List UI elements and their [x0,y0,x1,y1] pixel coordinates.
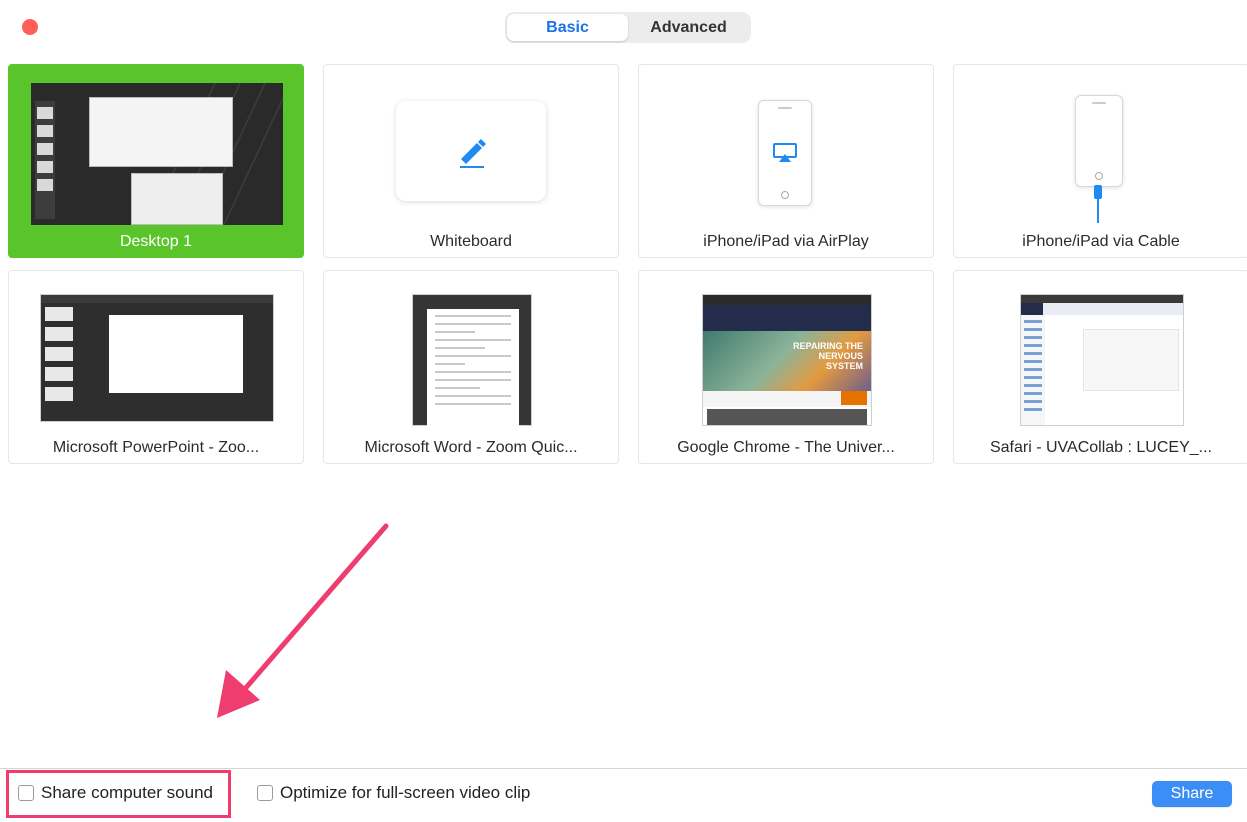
tile-label: iPhone/iPad via Cable [1022,233,1180,250]
chrome-thumbnail: REPAIRING THE NERVOUS SYSTEM [702,294,872,426]
tile-iphone-cable[interactable]: iPhone/iPad via Cable [953,64,1247,258]
tile-chrome[interactable]: REPAIRING THE NERVOUS SYSTEM Google Chro… [638,270,934,464]
close-window-button[interactable] [22,19,38,35]
share-sound-option[interactable]: Share computer sound [18,783,213,803]
tile-label: Safari - UVACollab : LUCEY_... [989,439,1212,456]
optimize-video-label: Optimize for full-screen video clip [280,783,531,802]
share-source-grid: Desktop 1 Whiteboard iPhone/iPad via Air… [8,64,1247,464]
iphone-graphic [1075,95,1123,187]
tab-basic[interactable]: Basic [507,14,628,41]
safari-thumbnail [1020,294,1184,426]
share-sound-checkbox[interactable] [18,785,34,801]
powerpoint-thumbnail [40,294,274,422]
share-mode-tabs: Basic Advanced [505,12,751,43]
tile-label: Microsoft PowerPoint - Zoo... [52,439,260,456]
tile-label: Desktop 1 [119,233,193,250]
pen-icon [460,139,486,168]
whiteboard-card [396,101,546,201]
tile-label: Microsoft Word - Zoom Quic... [364,439,578,456]
tile-iphone-airplay[interactable]: iPhone/iPad via AirPlay [638,64,934,258]
airplay-icon [773,143,797,162]
tile-word[interactable]: Microsoft Word - Zoom Quic... [323,270,619,464]
word-thumbnail [412,294,532,427]
desktop-thumbnail [31,83,283,225]
optimize-video-checkbox[interactable] [257,785,273,801]
bottom-toolbar: Share computer sound Optimize for full-s… [0,768,1247,822]
tile-desktop-1[interactable]: Desktop 1 [8,64,304,258]
tile-powerpoint[interactable]: Microsoft PowerPoint - Zoo... [8,270,304,464]
tile-label: Google Chrome - The Univer... [677,439,895,456]
share-sound-label: Share computer sound [41,783,213,802]
iphone-graphic [758,100,812,206]
tile-safari[interactable]: Safari - UVACollab : LUCEY_... [953,270,1247,464]
share-button[interactable]: Share [1152,781,1232,807]
optimize-video-option[interactable]: Optimize for full-screen video clip [257,783,530,803]
thumbnail-headline: REPAIRING THE NERVOUS SYSTEM [793,341,863,371]
cable-icon [1094,185,1102,223]
tile-label: Whiteboard [430,233,512,250]
tab-advanced[interactable]: Advanced [628,14,749,41]
tile-whiteboard[interactable]: Whiteboard [323,64,619,258]
tile-label: iPhone/iPad via AirPlay [703,233,869,250]
